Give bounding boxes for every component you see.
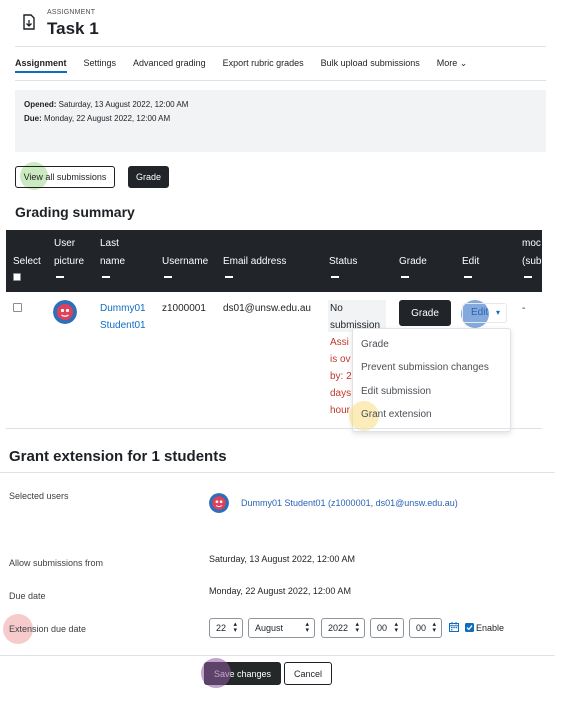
grade-button[interactable]: Grade: [128, 166, 169, 188]
edit-label[interactable]: Edit: [471, 307, 488, 318]
extension-month-select[interactable]: August ▴ ▾: [248, 618, 315, 638]
extension-day-select[interactable]: 22 ▴ ▾: [209, 618, 243, 638]
collapse-icon[interactable]: [164, 276, 172, 278]
select-caret-icon: ▴ ▾: [305, 621, 309, 634]
day-value: 22: [216, 623, 227, 633]
collapse-icon[interactable]: [102, 276, 110, 278]
student-second-line[interactable]: Student01: [100, 317, 146, 334]
select-caret-icon: ▴ ▾: [432, 621, 436, 634]
row-grade-button[interactable]: Grade: [399, 300, 451, 326]
avatar: [53, 300, 77, 324]
edit-dropdown-toggle[interactable]: Edit ▾: [462, 303, 507, 323]
page-title: Task 1: [47, 19, 99, 38]
due-value: Monday, 22 August 2022, 12:00 AM: [41, 114, 171, 123]
select-all-checkbox[interactable]: [13, 273, 21, 281]
divider: [15, 46, 546, 47]
th-select: Select: [13, 256, 41, 267]
overdue-line: days: [330, 388, 352, 399]
divider: [6, 428, 542, 429]
overdue-line: Assi: [330, 337, 349, 348]
username-cell: z1000001: [162, 303, 206, 314]
collapse-icon[interactable]: [331, 276, 339, 278]
collapse-icon[interactable]: [401, 276, 409, 278]
due-date-label: Due date: [9, 591, 46, 601]
activity-dates: Opened: Saturday, 13 August 2022, 12:00 …: [15, 90, 546, 152]
calendar-icon[interactable]: [449, 622, 459, 632]
th-username[interactable]: Username: [162, 254, 208, 270]
due-date: Due: Monday, 22 August 2022, 12:00 AM: [24, 114, 170, 123]
row-select-checkbox[interactable]: [13, 303, 22, 312]
table-header: Select User picture Last name Username E…: [6, 230, 542, 292]
th-edit: Edit: [462, 256, 480, 267]
tab-bulk-upload[interactable]: Bulk upload submissions: [321, 55, 420, 73]
opened-label: Opened:: [24, 100, 57, 109]
collapse-icon[interactable]: [524, 276, 532, 278]
grading-summary-heading: Grading summary: [15, 204, 135, 220]
allow-submissions-value: Saturday, 13 August 2022, 12:00 AM: [209, 554, 355, 564]
th-modified-1[interactable]: moc: [522, 236, 541, 252]
student-name-link[interactable]: Dummy01 Student01: [100, 300, 146, 334]
edit-dropdown-menu: Grade Prevent submission changes Edit su…: [349, 328, 511, 432]
extension-due-date-label: Extension due date: [9, 624, 87, 634]
divider: [0, 655, 555, 656]
select-caret-icon: ▴ ▾: [233, 621, 237, 634]
th-status[interactable]: Status: [329, 254, 357, 270]
year-value: 2022: [328, 623, 349, 633]
overdue-text: Assi is ov by: 2 days hour: [330, 334, 352, 419]
opened-value: Saturday, 13 August 2022, 12:00 AM: [56, 100, 189, 109]
th-modified-2[interactable]: (sub: [522, 254, 541, 270]
secondary-nav: Assignment Settings Advanced grading Exp…: [15, 55, 484, 73]
tab-settings[interactable]: Settings: [84, 55, 117, 73]
collapse-icon[interactable]: [225, 276, 233, 278]
divider: [15, 80, 546, 81]
tab-assignment[interactable]: Assignment: [15, 55, 67, 73]
selected-user-link[interactable]: Dummy01 Student01 (z1000001, ds01@unsw.e…: [241, 498, 458, 508]
divider: [0, 472, 555, 473]
document-icon: [23, 14, 35, 30]
th-user-picture-1: User: [54, 238, 76, 249]
menu-item-grade[interactable]: Grade: [361, 339, 389, 350]
allow-submissions-label: Allow submissions from: [9, 558, 104, 568]
enable-label[interactable]: Enable: [476, 623, 504, 633]
menu-item-grant-extension[interactable]: Grant extension: [361, 409, 432, 420]
overdue-line: by: 2: [330, 371, 352, 382]
th-grade[interactable]: Grade: [399, 254, 427, 270]
cancel-button[interactable]: Cancel: [284, 662, 332, 685]
select-caret-icon: ▴ ▾: [394, 621, 398, 634]
due-label: Due:: [24, 114, 42, 123]
extension-hour-select[interactable]: 00 ▴ ▾: [370, 618, 404, 638]
tab-advanced-grading[interactable]: Advanced grading: [133, 55, 206, 73]
th-user-picture-2: picture: [54, 256, 85, 267]
opened-date: Opened: Saturday, 13 August 2022, 12:00 …: [24, 100, 188, 109]
menu-item-prevent-changes[interactable]: Prevent submission changes: [361, 362, 489, 373]
th-email[interactable]: Email address: [223, 254, 286, 270]
extension-year-select[interactable]: 2022 ▴ ▾: [321, 618, 365, 638]
th-last-name-1[interactable]: Last: [100, 236, 119, 252]
enable-checkbox[interactable]: [465, 623, 474, 632]
collapse-icon[interactable]: [56, 276, 64, 278]
overdue-line: is ov: [330, 354, 351, 365]
menu-item-edit-submission[interactable]: Edit submission: [361, 386, 431, 397]
tab-more[interactable]: More ⌄: [437, 55, 468, 73]
status-line-1: No: [330, 303, 343, 314]
select-caret-icon: ▴ ▾: [355, 621, 359, 634]
tab-export-rubric-grades[interactable]: Export rubric grades: [223, 55, 304, 73]
due-date-value: Monday, 22 August 2022, 12:00 AM: [209, 586, 351, 596]
collapse-icon[interactable]: [464, 276, 472, 278]
month-value: August: [255, 623, 284, 633]
modified-cell: -: [522, 303, 526, 314]
email-cell: ds01@unsw.edu.au: [223, 303, 311, 314]
th-last-name-2[interactable]: name: [100, 254, 125, 270]
extension-minute-select[interactable]: 00 ▴ ▾: [409, 618, 442, 638]
page-kicker: ASSIGNMENT: [47, 9, 96, 16]
selected-users-label: Selected users: [9, 491, 69, 501]
chevron-down-icon[interactable]: ▾: [496, 308, 500, 317]
view-all-submissions-button[interactable]: View all submissions: [15, 166, 115, 188]
avatar: [209, 493, 229, 513]
hour-value: 00: [377, 623, 388, 633]
student-first-line[interactable]: Dummy01: [100, 300, 146, 317]
minute-value: 00: [416, 623, 427, 633]
grant-extension-heading: Grant extension for 1 students: [9, 448, 227, 465]
click-highlight: [201, 658, 231, 688]
